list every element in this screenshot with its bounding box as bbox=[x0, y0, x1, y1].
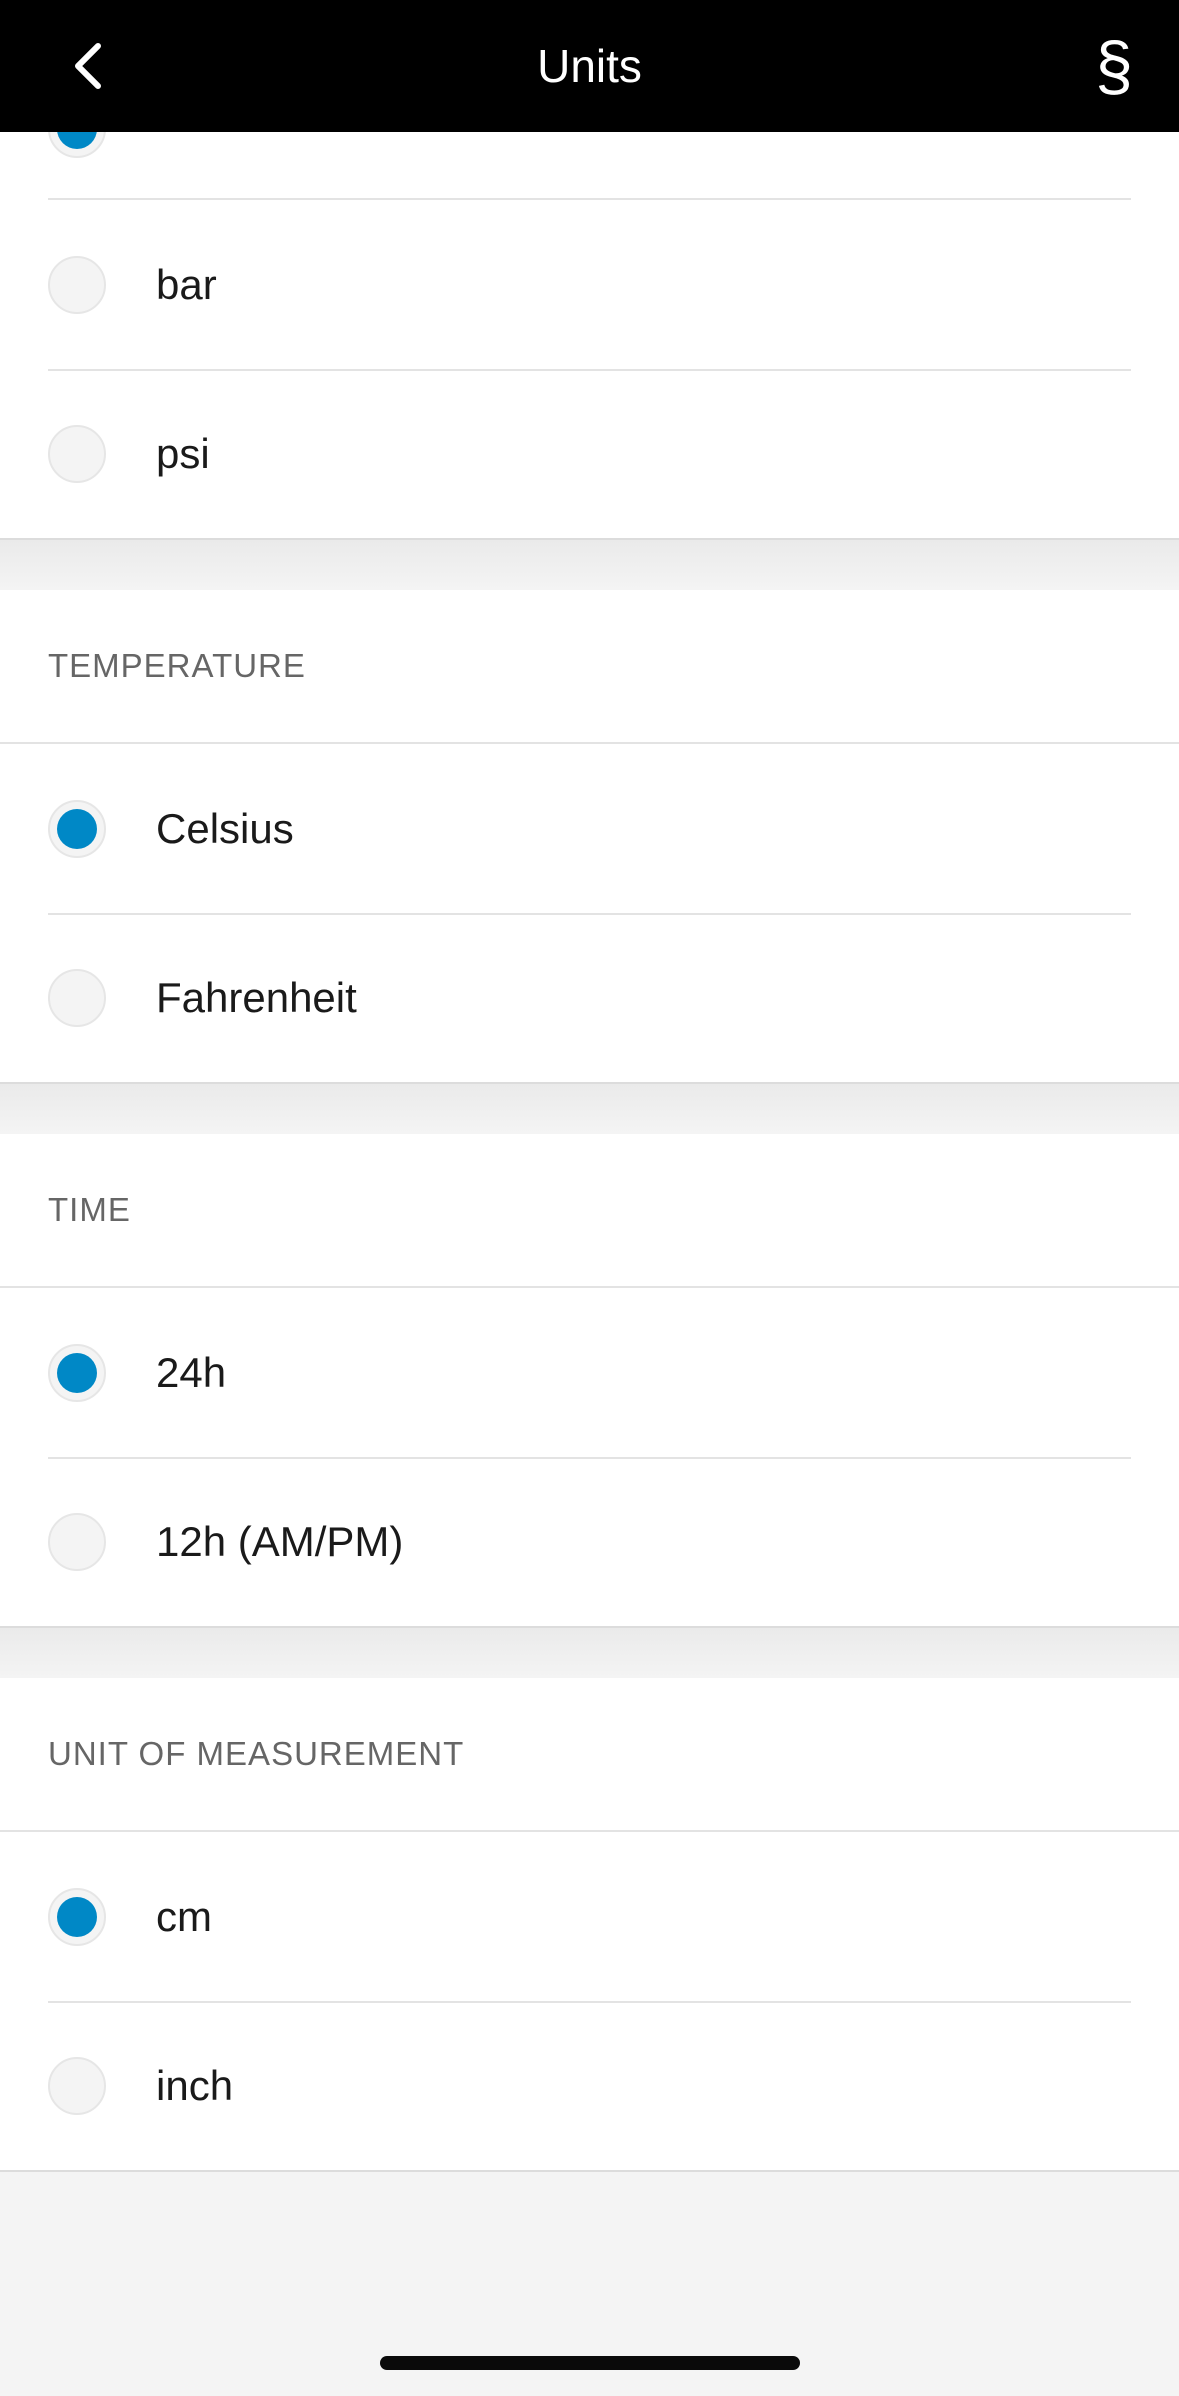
section-sign-icon: § bbox=[1095, 28, 1133, 104]
option-label: Celsius bbox=[156, 804, 294, 852]
top-bar: Units § bbox=[0, 0, 1179, 132]
radio-dot bbox=[57, 1896, 97, 1937]
option-row-24h[interactable]: 24h bbox=[0, 1288, 1179, 1457]
legal-info-button[interactable]: § bbox=[1033, 26, 1133, 106]
radio-button-selected[interactable] bbox=[48, 799, 106, 858]
pressure-section: bar psi bbox=[0, 100, 1179, 540]
section-divider bbox=[0, 1084, 1179, 1134]
section-heading: TEMPERATURE bbox=[0, 590, 1179, 744]
option-row-pressure-partial[interactable] bbox=[0, 100, 1179, 200]
option-row-cm[interactable]: cm bbox=[0, 1832, 1179, 2001]
section-heading: UNIT OF MEASUREMENT bbox=[0, 1678, 1179, 1832]
radio-dot bbox=[57, 1352, 97, 1393]
option-label: psi bbox=[156, 429, 210, 477]
radio-button[interactable] bbox=[48, 2056, 106, 2115]
option-label: 24h bbox=[156, 1348, 227, 1396]
home-indicator[interactable] bbox=[380, 2356, 800, 2370]
radio-button[interactable] bbox=[48, 255, 106, 314]
option-row-inch[interactable]: inch bbox=[0, 2001, 1179, 2170]
option-row-fahrenheit[interactable]: Fahrenheit bbox=[0, 913, 1179, 1082]
option-label: Fahrenheit bbox=[156, 973, 357, 1021]
settings-list[interactable]: bar psi TEMPERATURE Celsius Fahrenheit T… bbox=[0, 100, 1179, 2172]
radio-button[interactable] bbox=[48, 968, 106, 1027]
section-divider bbox=[0, 540, 1179, 590]
section-divider bbox=[0, 1628, 1179, 1678]
option-row-celsius[interactable]: Celsius bbox=[0, 744, 1179, 913]
option-row-bar[interactable]: bar bbox=[0, 200, 1179, 369]
option-label: inch bbox=[156, 2061, 234, 2109]
page-title: Units bbox=[537, 40, 642, 92]
time-section: TIME 24h 12h (AM/PM) bbox=[0, 1134, 1179, 1628]
option-row-12h[interactable]: 12h (AM/PM) bbox=[0, 1457, 1179, 1626]
measurement-section: UNIT OF MEASUREMENT cm inch bbox=[0, 1678, 1179, 2172]
units-screen: Units § bar psi TEMPERATURE Celsius Fahr… bbox=[0, 0, 1179, 2396]
radio-button-selected[interactable] bbox=[48, 1343, 106, 1402]
option-label: bar bbox=[156, 260, 217, 308]
section-heading: TIME bbox=[0, 1134, 1179, 1288]
radio-dot bbox=[57, 808, 97, 849]
radio-button-selected[interactable] bbox=[48, 1887, 106, 1946]
option-row-psi[interactable]: psi bbox=[0, 369, 1179, 538]
temperature-section: TEMPERATURE Celsius Fahrenheit bbox=[0, 590, 1179, 1084]
radio-button[interactable] bbox=[48, 1512, 106, 1571]
option-label: cm bbox=[156, 1892, 212, 1940]
radio-button[interactable] bbox=[48, 424, 106, 483]
option-label: 12h (AM/PM) bbox=[156, 1517, 404, 1565]
